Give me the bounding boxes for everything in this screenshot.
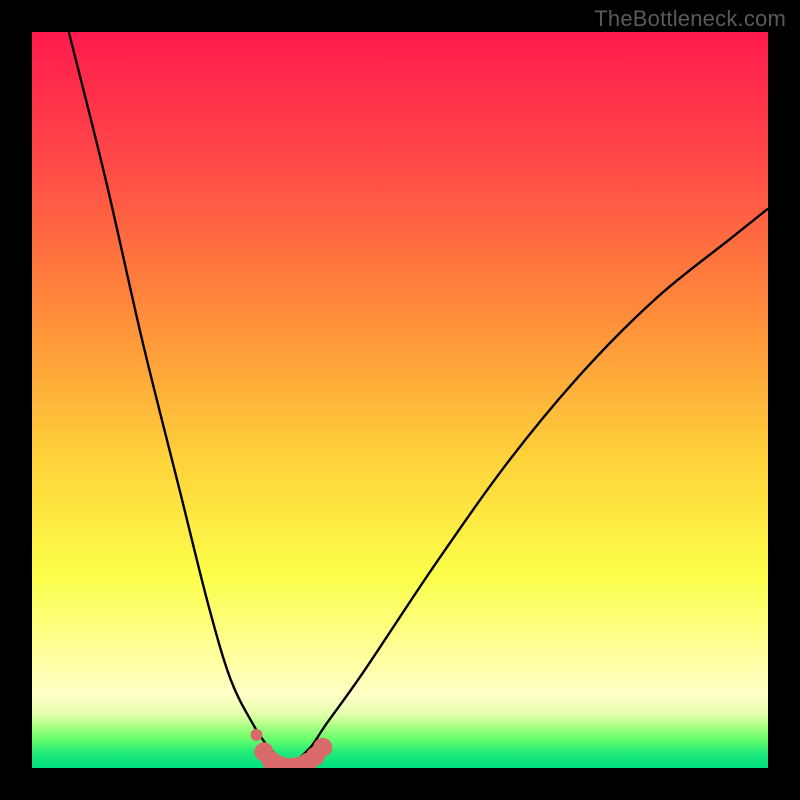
chart-svg — [32, 32, 768, 768]
min-marker — [313, 738, 332, 757]
watermark-text: TheBottleneck.com — [594, 6, 786, 32]
curve-layer — [69, 32, 768, 768]
min-marker — [250, 729, 262, 741]
plot-area — [32, 32, 768, 768]
outer-frame: TheBottleneck.com — [0, 0, 800, 800]
v-curve-path — [69, 32, 768, 768]
